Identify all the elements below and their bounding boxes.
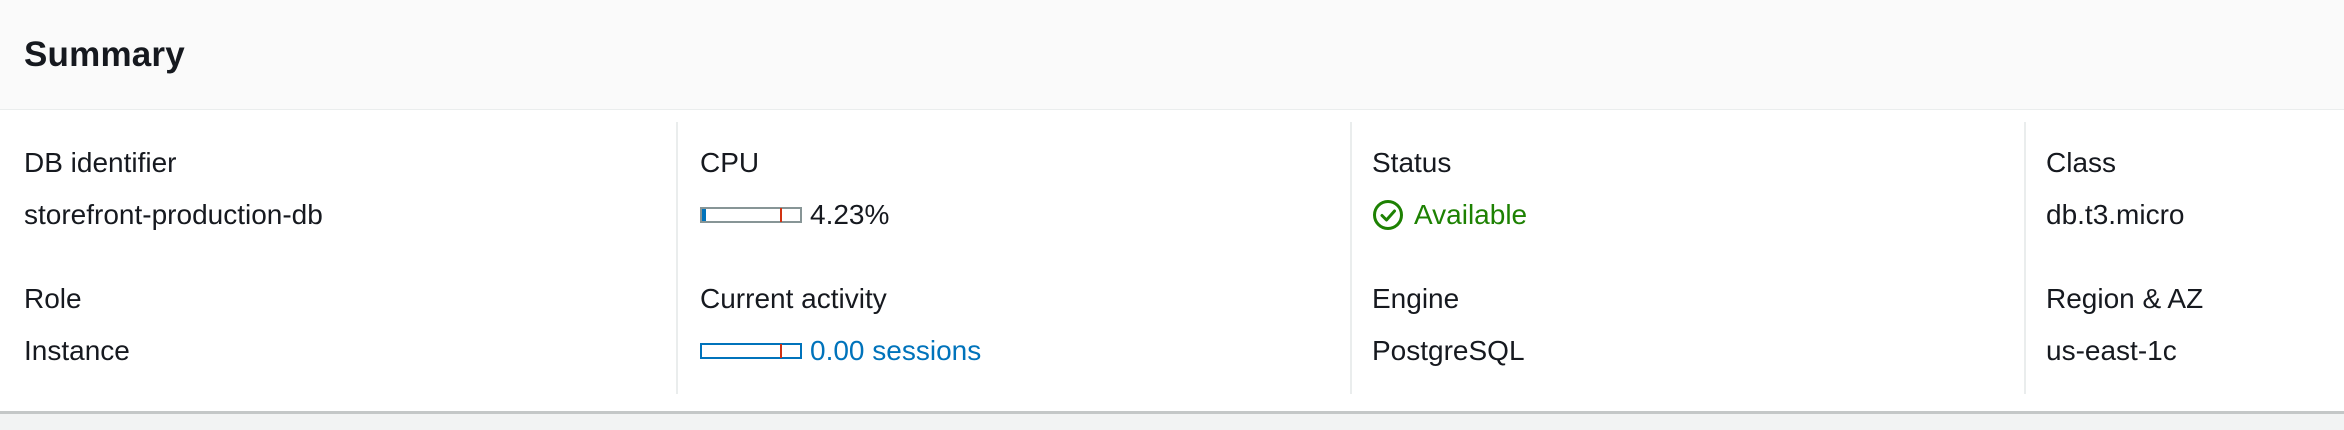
summary-column-4: Class db.t3.micro Region & AZ us-east-1c [2024,122,2344,394]
region-az-value: us-east-1c [2046,335,2177,366]
current-activity-label: Current activity [700,283,887,314]
engine-field: Engine PostgreSQL [1372,282,1525,368]
class-field: Class db.t3.micro [2046,146,2185,232]
summary-column-1: DB identifier storefront-production-db R… [0,122,676,394]
status-label: Status [1372,147,1452,178]
cpu-meter-threshold [780,208,783,222]
status-value: Available [1414,199,1528,230]
engine-label: Engine [1372,283,1460,314]
check-circle-icon [1373,200,1403,230]
engine-value: PostgreSQL [1372,335,1525,366]
summary-columns: DB identifier storefront-production-db R… [0,122,2344,394]
cpu-field: CPU 4.23% [700,146,889,232]
activity-meter-threshold [780,344,783,358]
sessions-link[interactable]: 0.00 sessions [810,334,981,368]
summary-column-3: Status Available Engine PostgreSQL [1350,122,2024,394]
summary-panel: Summary DB identifier storefront-product… [0,0,2344,414]
summary-column-2: CPU 4.23% Current activity 0.00 sessions [676,122,1350,394]
role-value: Instance [24,335,130,366]
db-identifier-field: DB identifier storefront-production-db [24,146,323,232]
status-value-row: Available [1372,198,1527,232]
cpu-value-row: 4.23% [700,198,889,232]
db-identifier-value: storefront-production-db [24,199,323,230]
current-activity-value-row: 0.00 sessions [700,334,981,368]
cpu-label: CPU [700,147,760,178]
summary-header: Summary [0,0,2344,110]
activity-meter [700,343,802,359]
role-label: Role [24,283,82,314]
current-activity-field: Current activity 0.00 sessions [700,282,981,368]
db-identifier-label: DB identifier [24,147,177,178]
region-az-label: Region & AZ [2046,283,2204,314]
region-az-field: Region & AZ us-east-1c [2046,282,2203,368]
cpu-meter [700,207,802,223]
status-field: Status Available [1372,146,1527,232]
cpu-meter-fill [702,209,707,221]
panel-title: Summary [24,34,185,74]
cpu-value: 4.23% [810,199,890,230]
class-value: db.t3.micro [2046,199,2185,230]
role-field: Role Instance [24,282,130,368]
class-label: Class [2046,147,2117,178]
